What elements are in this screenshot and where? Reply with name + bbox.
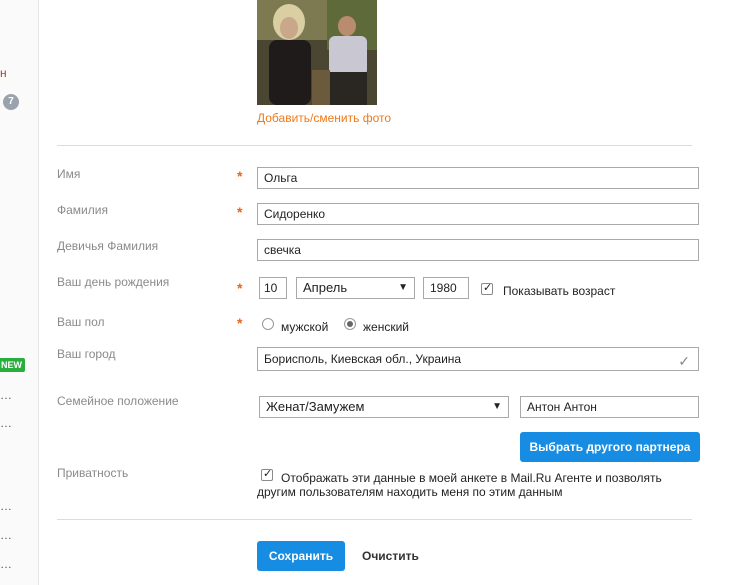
- first-name-label: Имя: [57, 167, 81, 181]
- radio-selected-dot: [347, 321, 353, 327]
- gender-male-radio[interactable]: [262, 318, 274, 330]
- first-name-input[interactable]: Ольга: [257, 167, 699, 189]
- required-marker: *: [237, 168, 243, 184]
- divider: [57, 145, 692, 146]
- last-name-input[interactable]: Сидоренко: [257, 203, 699, 225]
- change-photo-link[interactable]: Добавить/сменить фото: [257, 111, 391, 125]
- birthday-month-select[interactable]: Апрель ▼: [296, 277, 415, 299]
- required-marker: *: [237, 315, 243, 331]
- show-age-checkbox[interactable]: ✓: [481, 282, 493, 295]
- maiden-name-label: Девичья Фамилия: [57, 239, 159, 253]
- show-age-label: Показывать возраст: [503, 284, 616, 298]
- sidebar-item-truncated[interactable]: …: [0, 528, 13, 542]
- city-label: Ваш город: [57, 347, 116, 361]
- check-icon: ✓: [483, 282, 493, 294]
- partner-input[interactable]: Антон Антон: [520, 396, 699, 418]
- required-marker: *: [237, 280, 243, 296]
- city-input[interactable]: Борисполь, Киевская обл., Украина ✓: [257, 347, 699, 371]
- gender-male-label: мужской: [281, 320, 329, 334]
- sidebar-new-badge: NEW: [0, 358, 25, 372]
- gender-label: Ваш пол: [57, 315, 105, 329]
- sidebar-item-truncated[interactable]: …: [0, 416, 13, 430]
- gender-female-radio[interactable]: [344, 318, 356, 330]
- check-icon: ✓: [263, 468, 273, 480]
- sidebar-truncated-text[interactable]: н: [0, 66, 7, 80]
- privacy-text-line2: другим пользователям находить меня по эт…: [257, 485, 563, 499]
- sidebar-item-truncated[interactable]: …: [0, 499, 13, 513]
- sidebar-item-truncated[interactable]: …: [0, 557, 13, 571]
- save-button[interactable]: Сохранить: [257, 541, 345, 571]
- clear-button[interactable]: Очистить: [362, 549, 419, 563]
- sidebar-count-badge: 7: [3, 94, 19, 110]
- privacy-label: Приватность: [57, 466, 129, 480]
- birthday-label: Ваш день рождения: [57, 275, 170, 289]
- birthday-month-value: Апрель: [303, 280, 348, 295]
- gender-female-label: женский: [363, 320, 409, 334]
- chevron-down-icon: ▼: [398, 282, 408, 293]
- marital-status-select[interactable]: Женат/Замужем ▼: [259, 396, 509, 418]
- divider: [57, 519, 692, 520]
- chevron-down-icon: ▼: [492, 401, 502, 412]
- privacy-text-line1: Отображать эти данные в моей анкете в Ma…: [281, 471, 662, 485]
- left-sidebar: н 7 NEW … … … … …: [0, 0, 39, 585]
- birthday-year-input[interactable]: 1980: [423, 277, 469, 299]
- privacy-checkbox[interactable]: ✓: [261, 468, 273, 481]
- birthday-day-input[interactable]: 10: [259, 277, 287, 299]
- check-icon: ✓: [678, 353, 690, 369]
- last-name-label: Фамилия: [57, 203, 108, 217]
- choose-partner-button[interactable]: Выбрать другого партнера: [520, 432, 700, 462]
- sidebar-item-truncated[interactable]: …: [0, 388, 13, 402]
- maiden-name-input[interactable]: свечка: [257, 239, 699, 261]
- required-marker: *: [237, 204, 243, 220]
- city-value: Борисполь, Киевская обл., Украина: [264, 352, 462, 366]
- marital-status-label: Семейное положение: [57, 394, 179, 408]
- profile-photo: [257, 0, 377, 105]
- marital-status-value: Женат/Замужем: [266, 399, 365, 414]
